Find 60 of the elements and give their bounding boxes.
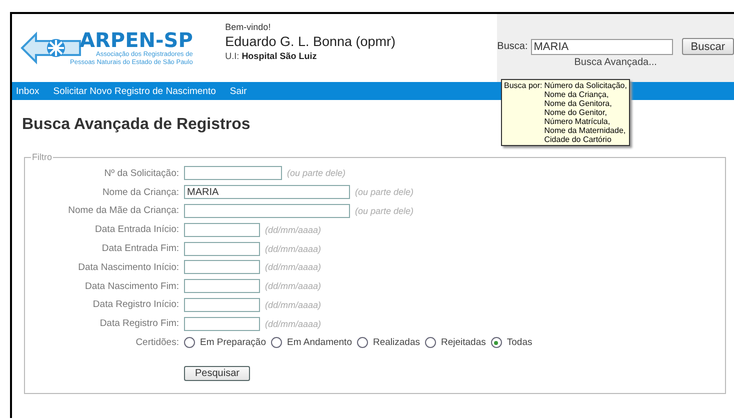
tooltip-line: Nome da Criança, <box>544 90 610 99</box>
nav-link[interactable]: Inbox <box>16 86 40 96</box>
field-hint: (ou parte dele) <box>355 187 414 198</box>
field-label: Data Nascimento Início: <box>77 262 179 273</box>
tooltip-line: Nome da Genitora, <box>544 99 613 108</box>
input-field[interactable] <box>184 279 260 294</box>
radio-button[interactable] <box>184 337 195 348</box>
page-title: Busca Avançada de Registros <box>22 116 250 134</box>
field-hint: (dd/mm/aaaa) <box>265 262 322 272</box>
input-field[interactable] <box>184 298 260 312</box>
filter-legend: Filtro <box>31 152 53 162</box>
field-hint: (dd/mm/aaaa) <box>265 244 322 254</box>
field-label: Nome da Mãe da Criança: <box>67 205 179 216</box>
input-field[interactable] <box>184 260 260 274</box>
tooltip-line: Cidade do Cartório <box>544 135 612 144</box>
search-button[interactable]: Buscar <box>682 38 734 55</box>
field-hint: (dd/mm/aaaa) <box>265 224 322 235</box>
field-hint: (dd/mm/aaaa) <box>265 300 322 310</box>
field-hint: (ou parte dele) <box>355 206 414 216</box>
field-label: Data Entrada Início: <box>94 224 179 236</box>
field-hint: (ou parte dele) <box>287 168 346 178</box>
input-field[interactable] <box>184 204 350 218</box>
search-label: Busca: <box>497 41 528 52</box>
input-field[interactable] <box>184 316 260 331</box>
tooltip-line: Número da Solicitação, <box>544 81 627 90</box>
greeting-text: Bem-vindo! <box>225 22 272 32</box>
tooltip-label: Busca por: <box>504 81 542 92</box>
field-label: Certidões: <box>134 337 179 348</box>
field-label: Nº da Solicitação: <box>103 168 179 179</box>
field-label: Data Entrada Fim: <box>100 243 179 254</box>
field-hint: (dd/mm/aaaa) <box>265 281 322 292</box>
search-submit-button[interactable]: Pesquisar <box>184 366 250 381</box>
tooltip-line: Nome do Genitor, <box>544 108 608 117</box>
radio-button[interactable] <box>271 337 282 348</box>
field-label: Data Nascimento Fim: <box>84 280 179 292</box>
field-label: Data Registro Fim: <box>98 318 179 330</box>
nav-link[interactable]: Solicitar Novo Registro de Nascimento <box>53 86 216 96</box>
radio-button[interactable] <box>424 337 436 348</box>
radio-label[interactable]: Todas <box>506 337 532 348</box>
user-name: Eduardo G. L. Bonna (opmr) <box>225 34 397 49</box>
radio-button[interactable] <box>356 337 368 348</box>
advanced-search-link[interactable]: Busca Avançada... <box>574 57 657 68</box>
nav-link[interactable]: Sair <box>230 86 247 96</box>
input-field[interactable]: MARIA <box>184 185 350 200</box>
radio-label[interactable]: Em Andamento <box>287 337 352 348</box>
unit-text: U.I: Hospital São Luiz <box>225 51 318 61</box>
field-label: Data Registro Início: <box>92 299 179 310</box>
tooltip-line: Nome da Maternidade, <box>544 126 627 135</box>
search-field[interactable]: MARIA <box>530 38 673 54</box>
field-label: Nome da Criança: <box>101 186 179 198</box>
input-field[interactable] <box>184 222 260 237</box>
input-field[interactable] <box>184 242 260 256</box>
logo-name: ARPEN-SP <box>80 29 193 51</box>
input-field[interactable] <box>184 166 282 180</box>
radio-button[interactable] <box>490 337 502 348</box>
radio-label[interactable]: Realizadas <box>372 337 420 348</box>
radio-label[interactable]: Em Preparação <box>200 337 266 348</box>
field-hint: (dd/mm/aaaa) <box>265 318 322 329</box>
tooltip-line: Número Matrícula, <box>544 117 612 126</box>
radio-label[interactable]: Rejeitadas <box>440 337 486 348</box>
